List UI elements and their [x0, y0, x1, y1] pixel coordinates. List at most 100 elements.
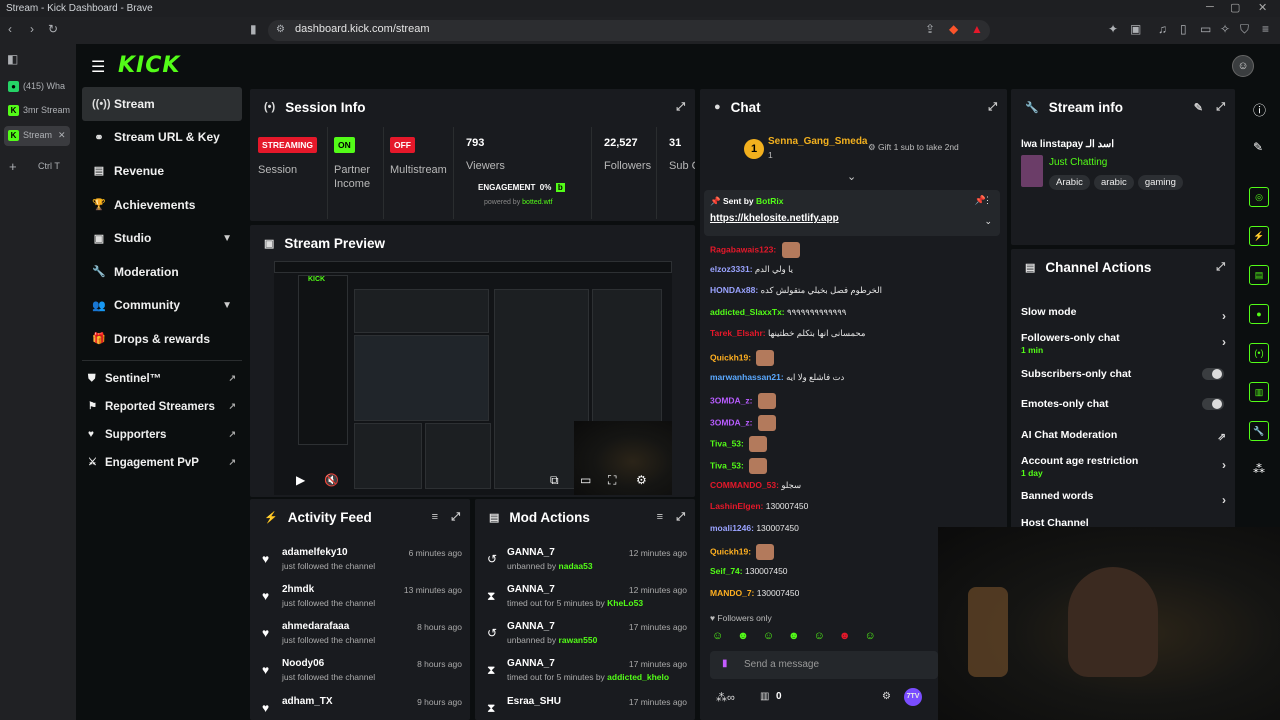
chat-username[interactable]: elzoz3331:: [710, 264, 753, 274]
emote-icon[interactable]: ☻: [839, 630, 851, 642]
chat-username[interactable]: Quickh19:: [710, 352, 751, 362]
bolt-icon[interactable]: ⚡: [1249, 226, 1269, 246]
sidebar-item-stream-url-key[interactable]: ⚭ Stream URL & Key: [82, 121, 242, 155]
popout-icon[interactable]: ⤢: [988, 101, 997, 114]
new-tab-icon[interactable]: +: [9, 159, 17, 174]
tag[interactable]: gaming: [1137, 175, 1183, 190]
popout-icon[interactable]: ⤢: [676, 511, 685, 524]
popout-icon[interactable]: ⤢: [1216, 101, 1225, 114]
brave-rewards-icon[interactable]: ▲: [971, 22, 983, 36]
filter-icon[interactable]: ≡: [657, 511, 663, 523]
edit-icon[interactable]: ✎: [1194, 101, 1203, 114]
chat-username[interactable]: Tarek_Elsahr:: [710, 328, 766, 338]
sidebar-item-stream[interactable]: ((•)) Stream: [82, 87, 242, 121]
bookmark-icon[interactable]: ▮: [250, 22, 257, 36]
gift-icon[interactable]: ▥: [760, 691, 769, 702]
sidebar-item-drops-rewards[interactable]: 🎁 Drops & rewards: [82, 322, 242, 356]
action-banned-words[interactable]: Banned words ›: [1021, 490, 1226, 507]
chat-username[interactable]: LashinElgen:: [710, 501, 763, 511]
category-name[interactable]: Just Chatting: [1049, 157, 1107, 168]
menu-icon[interactable]: ≡: [1262, 22, 1269, 36]
hamburger-menu-icon[interactable]: ☰: [91, 57, 105, 77]
expand-leaderboard-icon[interactable]: ⌄: [847, 170, 856, 183]
pinned-link[interactable]: https://khelosite.netlify.app: [710, 213, 839, 224]
stream-preview-video[interactable]: KICK ▶ 🔇 ⧉ ▭ ⛶ ⚙: [274, 261, 672, 495]
back-icon[interactable]: ‹: [8, 22, 12, 36]
popout-icon[interactable]: ⤢: [1216, 261, 1225, 274]
sidebar-item-engagement-pvp[interactable]: ⚔ Engagement PvP ↗: [82, 449, 242, 477]
site-settings-icon[interactable]: ⚙: [276, 24, 285, 35]
chat-username[interactable]: Quickh19:: [710, 547, 751, 557]
vpn-icon[interactable]: ⛉: [1240, 22, 1249, 37]
sidebar-item-supporters[interactable]: ♥ Supporters ↗: [82, 421, 242, 449]
emote-icon[interactable]: ☻: [788, 630, 800, 642]
chat-username[interactable]: 3OMDA_z:: [710, 417, 753, 427]
action-subscribers-only[interactable]: Subscribers-only chat: [1021, 368, 1226, 380]
action-slow-mode[interactable]: Slow mode ›: [1021, 306, 1226, 323]
close-tab-icon[interactable]: ✕: [58, 130, 66, 141]
fullscreen-icon[interactable]: ⛶: [608, 473, 616, 488]
subscribers-only-toggle[interactable]: [1202, 368, 1224, 380]
action-ai-moderation[interactable]: AI Chat Moderation ⇗: [1021, 429, 1226, 443]
kick-logo[interactable]: KICK: [118, 53, 180, 78]
sidebar-panel-icon[interactable]: ◧: [7, 52, 18, 66]
sidebar-item-revenue[interactable]: ▤ Revenue: [82, 154, 242, 188]
sidebar-item-studio[interactable]: ▣ Studio ▼: [82, 221, 242, 255]
leo-icon[interactable]: ✧: [1220, 22, 1230, 36]
pencil-icon[interactable]: ✎: [1253, 140, 1263, 154]
user-avatar[interactable]: ☺: [1232, 55, 1254, 77]
emote-icon[interactable]: ☺: [712, 630, 723, 642]
chat-username[interactable]: COMMANDO_53:: [710, 480, 779, 490]
chat-username[interactable]: Tiva_53:: [710, 439, 744, 449]
emote-icon[interactable]: ☺: [763, 630, 774, 642]
maximize-icon[interactable]: ▢: [1230, 1, 1240, 14]
extensions-icon[interactable]: ✦: [1108, 22, 1118, 36]
tag[interactable]: Arabic: [1049, 175, 1090, 190]
chat-username[interactable]: Ragabawais123:: [710, 244, 776, 254]
apps-icon[interactable]: ⁂: [1253, 462, 1265, 476]
chat-username[interactable]: marwanhassan21:: [710, 372, 784, 382]
viewers-icon[interactable]: ⁂∞: [716, 691, 735, 704]
sidebar-item-community[interactable]: 👥 Community ▼: [82, 289, 242, 323]
chat-username[interactable]: MANDO_7:: [710, 588, 754, 598]
layout-icon[interactable]: ▥: [1249, 382, 1269, 402]
emotes-only-toggle[interactable]: [1202, 398, 1224, 410]
action-followers-only[interactable]: Followers-only chat 1 min ›: [1021, 332, 1226, 355]
theater-icon[interactable]: ▭: [580, 473, 591, 487]
forward-icon[interactable]: ›: [30, 22, 34, 36]
7tv-icon[interactable]: 7TV: [904, 688, 922, 706]
popout-icon[interactable]: ⤢: [451, 511, 460, 524]
screenshot-icon[interactable]: ▣: [1130, 22, 1141, 36]
mute-icon[interactable]: 🔇: [324, 473, 339, 487]
sidebar-item-achievements[interactable]: 🏆 Achievements: [82, 188, 242, 222]
chat-input[interactable]: ▮ Send a message: [710, 651, 938, 679]
broadcast-icon[interactable]: (•): [1249, 343, 1269, 363]
chevron-down-icon[interactable]: ⌄: [984, 216, 992, 227]
action-account-age[interactable]: Account age restriction 1 day ›: [1021, 455, 1226, 478]
tab-3mr-stream[interactable]: K 3mr Stream: [4, 101, 70, 121]
chat-username[interactable]: Seif_74:: [710, 566, 743, 576]
wallet-icon[interactable]: ▭: [1200, 22, 1211, 36]
emote-picker-icon[interactable]: ▮: [722, 658, 728, 669]
close-icon[interactable]: ✕: [1258, 1, 1267, 14]
chat-icon[interactable]: ●: [1249, 304, 1269, 324]
reload-icon[interactable]: ↻: [48, 22, 58, 36]
gift-cta[interactable]: ⚙ Gift 1 sub to take 2nd: [868, 142, 959, 153]
sidebar-toggle-icon[interactable]: ▯: [1180, 22, 1187, 36]
brave-shield-icon[interactable]: ◆: [949, 22, 958, 36]
popout-icon[interactable]: ⤢: [676, 101, 685, 114]
chat-settings-icon[interactable]: ⚙: [882, 691, 891, 702]
play-icon[interactable]: ▶: [296, 473, 305, 487]
chat-username[interactable]: moali1246:: [710, 523, 754, 533]
sidebar-item-reported-streamers[interactable]: ⚑ Reported Streamers ↗: [82, 393, 242, 421]
picture-in-picture-icon[interactable]: ⧉: [550, 473, 559, 488]
sidebar-item-moderation[interactable]: 🔧 Moderation: [82, 255, 242, 289]
chat-username[interactable]: Tiva_53:: [710, 460, 744, 470]
settings-gear-icon[interactable]: ⚙: [636, 473, 647, 487]
action-emotes-only[interactable]: Emotes-only chat: [1021, 398, 1226, 410]
filter-icon[interactable]: ≡: [432, 511, 438, 523]
sidebar-item-sentinel[interactable]: ⛊ Sentinel™ ↗: [82, 365, 242, 393]
chat-username[interactable]: HONDAx88:: [710, 285, 758, 295]
chat-username[interactable]: 3OMDA_z:: [710, 395, 753, 405]
document-icon[interactable]: ▤: [1249, 265, 1269, 285]
